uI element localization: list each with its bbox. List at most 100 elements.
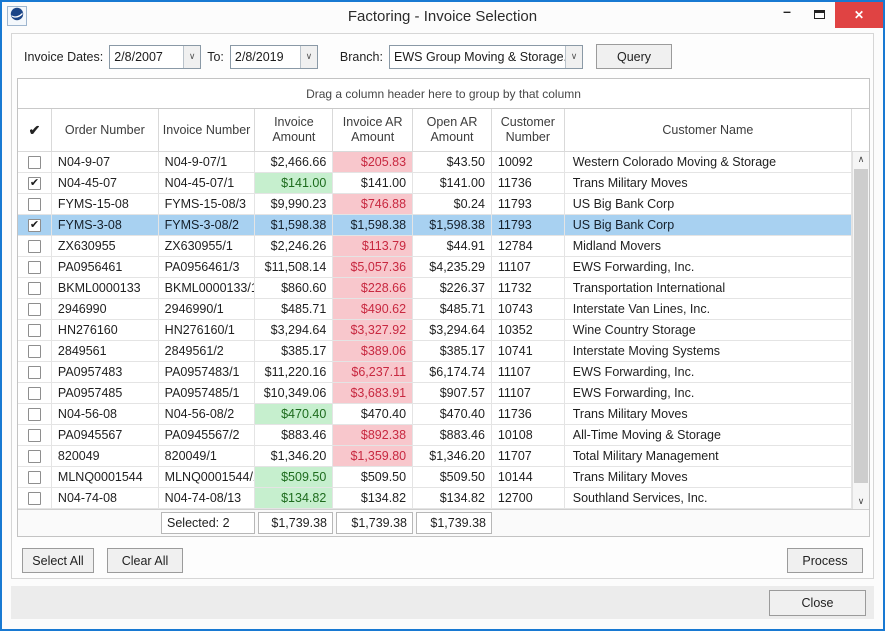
open-ar-amount-cell: $6,174.74 bbox=[413, 362, 492, 382]
table-row[interactable]: PA0956461PA0956461/3$11,508.14$5,057.36$… bbox=[18, 257, 852, 278]
scroll-up-button[interactable]: ∧ bbox=[853, 152, 869, 167]
row-checkbox[interactable] bbox=[28, 471, 41, 484]
row-checkbox[interactable] bbox=[28, 303, 41, 316]
table-row[interactable]: FYMS-15-08FYMS-15-08/3$9,990.23$746.88$0… bbox=[18, 194, 852, 215]
row-checkbox[interactable] bbox=[28, 492, 41, 505]
row-checkbox[interactable] bbox=[28, 345, 41, 358]
row-select-checkbox bbox=[18, 278, 52, 298]
invoice-amount-cell: $10,349.06 bbox=[255, 383, 333, 403]
customer-name-cell: Interstate Moving Systems bbox=[565, 341, 852, 361]
close-window-button[interactable]: ✕ bbox=[835, 2, 883, 28]
query-button[interactable]: Query bbox=[596, 44, 672, 69]
clear-all-button[interactable]: Clear All bbox=[107, 548, 183, 573]
select-all-button[interactable]: Select All bbox=[22, 548, 94, 573]
open-ar-amount-cell: $485.71 bbox=[413, 299, 492, 319]
customer-number-cell: 10352 bbox=[492, 320, 565, 340]
total-open-ar-amount-box: $1,739.38 bbox=[416, 512, 492, 534]
open-ar-amount-cell: $1,346.20 bbox=[413, 446, 492, 466]
order-number-cell: PA0957483 bbox=[52, 362, 159, 382]
selected-count-box: Selected: 2 bbox=[161, 512, 255, 534]
chevron-down-icon[interactable]: ∨ bbox=[300, 46, 317, 68]
invoice-number-cell: FYMS-3-08/2 bbox=[159, 215, 256, 235]
table-row[interactable]: BKML0000133BKML0000133/1$860.60$228.66$2… bbox=[18, 278, 852, 299]
row-checkbox[interactable] bbox=[28, 156, 41, 169]
column-header-invoice-number[interactable]: Invoice Number bbox=[159, 109, 256, 151]
table-row[interactable]: ZX630955ZX630955/1$2,246.26$113.79$44.91… bbox=[18, 236, 852, 257]
row-checkbox[interactable]: ✔ bbox=[28, 219, 41, 232]
row-checkbox[interactable] bbox=[28, 240, 41, 253]
table-row[interactable]: HN276160HN276160/1$3,294.64$3,327.92$3,2… bbox=[18, 320, 852, 341]
order-number-cell: N04-74-08 bbox=[52, 488, 159, 508]
process-button[interactable]: Process bbox=[787, 548, 863, 573]
invoice-amount-cell: $11,508.14 bbox=[255, 257, 333, 277]
date-to-picker[interactable]: 2/8/2019 ∨ bbox=[230, 45, 318, 69]
scrollbar[interactable]: ∧ ∨ bbox=[852, 152, 869, 509]
invoice-number-cell: 2946990/1 bbox=[159, 299, 256, 319]
invoice-amount-cell: $1,598.38 bbox=[255, 215, 333, 235]
column-header-check[interactable]: ✔ bbox=[18, 109, 52, 151]
total-invoice-ar-amount-box: $1,739.38 bbox=[336, 512, 413, 534]
order-number-cell: HN276160 bbox=[52, 320, 159, 340]
row-checkbox[interactable] bbox=[28, 429, 41, 442]
group-by-band[interactable]: Drag a column header here to group by th… bbox=[18, 79, 869, 109]
column-header-order-number[interactable]: Order Number bbox=[52, 109, 159, 151]
scroll-down-button[interactable]: ∨ bbox=[853, 494, 869, 509]
column-header-customer-number[interactable]: Customer Number bbox=[492, 109, 565, 151]
row-checkbox[interactable]: ✔ bbox=[28, 177, 41, 190]
chevron-down-icon[interactable]: ∨ bbox=[183, 46, 200, 68]
date-to-value: 2/8/2019 bbox=[231, 46, 300, 68]
open-ar-amount-cell: $883.46 bbox=[413, 425, 492, 445]
customer-name-cell: Trans Military Moves bbox=[565, 173, 852, 193]
minimize-button[interactable]: – bbox=[771, 2, 803, 26]
table-row[interactable]: 28495612849561/2$385.17$389.06$385.17107… bbox=[18, 341, 852, 362]
scrollbar-track[interactable] bbox=[853, 167, 869, 494]
scrollbar-thumb[interactable] bbox=[854, 169, 868, 483]
row-checkbox[interactable] bbox=[28, 450, 41, 463]
table-row[interactable]: PA0945567PA0945567/2$883.46$892.38$883.4… bbox=[18, 425, 852, 446]
table-row[interactable]: PA0957485PA0957485/1$10,349.06$3,683.91$… bbox=[18, 383, 852, 404]
row-checkbox[interactable] bbox=[28, 198, 41, 211]
row-select-checkbox bbox=[18, 299, 52, 319]
table-row[interactable]: N04-9-07N04-9-07/1$2,466.66$205.83$43.50… bbox=[18, 152, 852, 173]
table-row[interactable]: ✔FYMS-3-08FYMS-3-08/2$1,598.38$1,598.38$… bbox=[18, 215, 852, 236]
open-ar-amount-cell: $907.57 bbox=[413, 383, 492, 403]
row-select-checkbox bbox=[18, 341, 52, 361]
table-row[interactable]: 820049820049/1$1,346.20$1,359.80$1,346.2… bbox=[18, 446, 852, 467]
invoice-ar-amount-cell: $134.82 bbox=[333, 488, 413, 508]
invoice-ar-amount-cell: $470.40 bbox=[333, 404, 413, 424]
table-row[interactable]: N04-74-08N04-74-08/13$134.82$134.82$134.… bbox=[18, 488, 852, 509]
row-checkbox[interactable] bbox=[28, 261, 41, 274]
column-header-invoice-ar-amount[interactable]: Invoice AR Amount bbox=[333, 109, 413, 151]
column-header-open-ar-amount[interactable]: Open AR Amount bbox=[413, 109, 492, 151]
close-button[interactable]: Close bbox=[769, 590, 866, 616]
grid-body: N04-9-07N04-9-07/1$2,466.66$205.83$43.50… bbox=[18, 151, 869, 509]
column-header-customer-name[interactable]: Customer Name bbox=[565, 109, 852, 151]
customer-number-cell: 11793 bbox=[492, 194, 565, 214]
customer-number-cell: 10144 bbox=[492, 467, 565, 487]
table-row[interactable]: N04-56-08N04-56-08/2$470.40$470.40$470.4… bbox=[18, 404, 852, 425]
row-checkbox[interactable] bbox=[28, 366, 41, 379]
branch-label: Branch: bbox=[340, 50, 383, 64]
invoice-number-cell: 2849561/2 bbox=[159, 341, 256, 361]
row-checkbox[interactable] bbox=[28, 324, 41, 337]
app-icon-button[interactable] bbox=[7, 6, 27, 26]
invoice-amount-cell: $11,220.16 bbox=[255, 362, 333, 382]
date-from-picker[interactable]: 2/8/2007 ∨ bbox=[109, 45, 201, 69]
table-row[interactable]: MLNQ0001544MLNQ0001544/1$509.50$509.50$5… bbox=[18, 467, 852, 488]
row-checkbox[interactable] bbox=[28, 282, 41, 295]
date-from-value: 2/8/2007 bbox=[110, 46, 183, 68]
column-header-invoice-amount[interactable]: Invoice Amount bbox=[255, 109, 333, 151]
row-checkbox[interactable] bbox=[28, 408, 41, 421]
table-row[interactable]: PA0957483PA0957483/1$11,220.16$6,237.11$… bbox=[18, 362, 852, 383]
branch-select[interactable]: EWS Group Moving & Storage... ∨ bbox=[389, 45, 583, 69]
maximize-button[interactable] bbox=[803, 2, 835, 26]
order-number-cell: PA0945567 bbox=[52, 425, 159, 445]
table-row[interactable]: ✔N04-45-07N04-45-07/1$141.00$141.00$141.… bbox=[18, 173, 852, 194]
row-select-checkbox bbox=[18, 194, 52, 214]
table-row[interactable]: 29469902946990/1$485.71$490.62$485.71107… bbox=[18, 299, 852, 320]
row-select-checkbox bbox=[18, 362, 52, 382]
invoice-number-cell: MLNQ0001544/1 bbox=[159, 467, 256, 487]
order-number-cell: PA0957485 bbox=[52, 383, 159, 403]
chevron-down-icon[interactable]: ∨ bbox=[565, 46, 582, 68]
row-checkbox[interactable] bbox=[28, 387, 41, 400]
